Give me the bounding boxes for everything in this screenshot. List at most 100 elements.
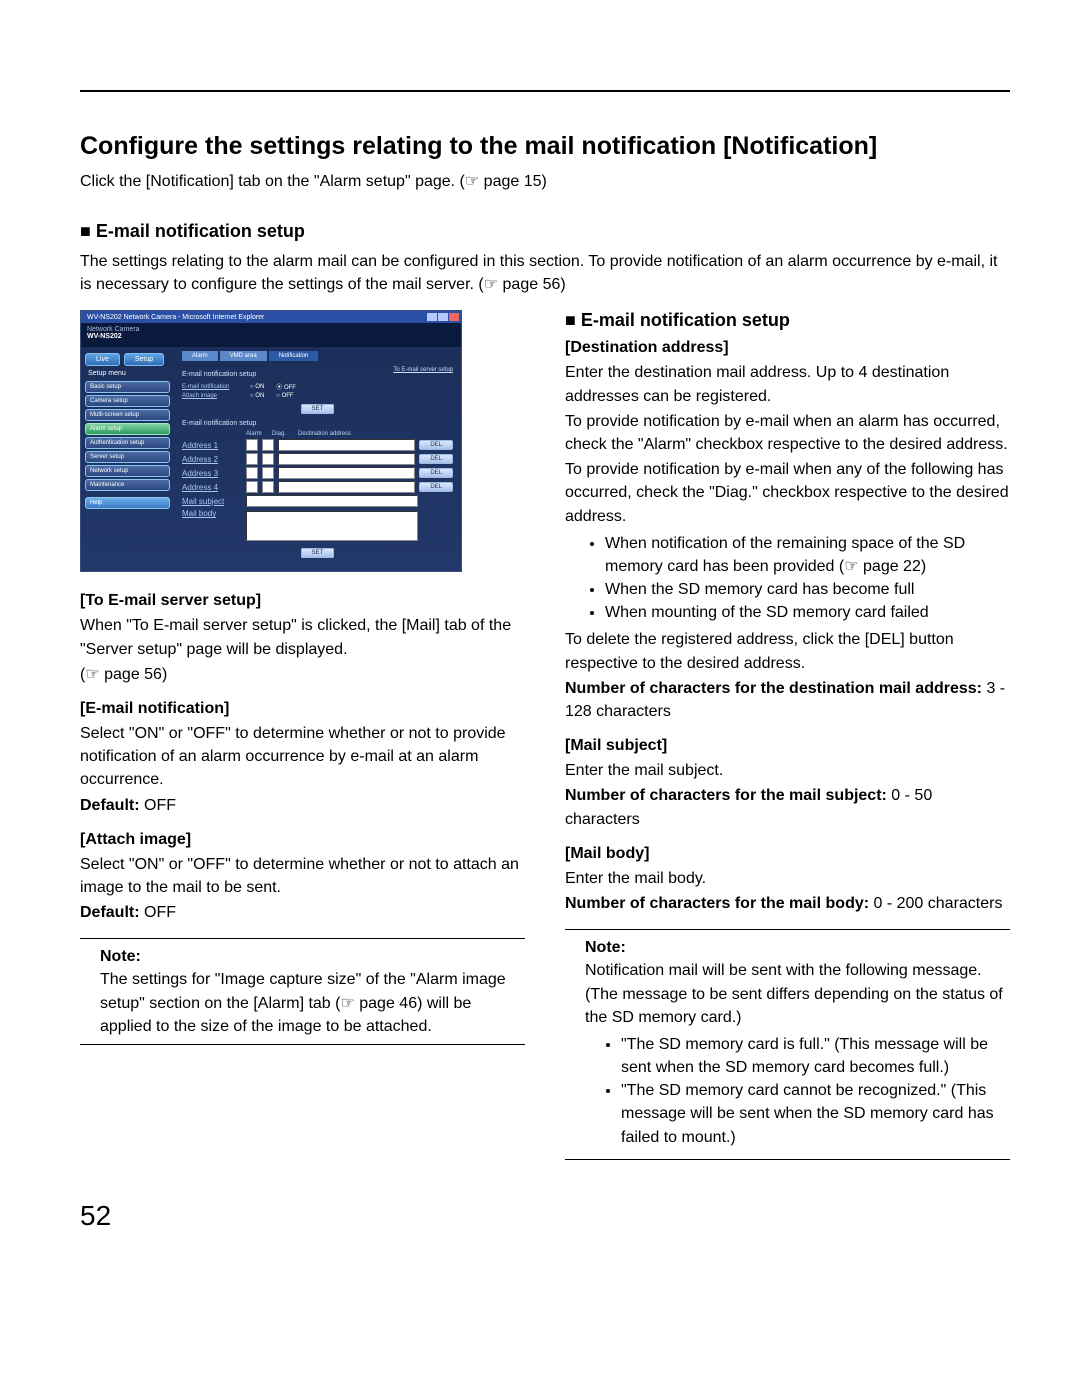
default-label: Default: [80,797,140,814]
label-destination-address: [Destination address] [565,339,1010,357]
settings-screenshot: WV-NS202 Network Camera - Microsoft Inte… [80,310,462,572]
side-basic: Basic setup [85,381,170,393]
list-item: When mounting of the SD memory card fail… [605,601,1010,624]
dest-bullets: When notification of the remaining space… [565,532,1010,625]
radio-icon: ○ ON [250,384,264,390]
nav-setup: Setup [124,353,164,366]
ss-row-attach: Attach image [182,393,242,399]
label-attach-image: [Attach image] [80,831,525,849]
th-alarm: Alarm [246,431,268,437]
radio-icon: ⦿ OFF [276,382,296,391]
default-value: OFF [140,904,176,921]
side-network: Network setup [85,465,170,477]
dest-input [278,453,415,465]
right-column: E-mail notification setup [Destination a… [565,310,1010,1159]
ss-row-email-notif: E-mail notification [182,384,242,390]
label-mail-body: [Mail body] [565,845,1010,863]
radio-icon: ○ OFF [276,393,293,399]
set-button: SET [301,548,335,558]
note-box-left: Note: The settings for "Image capture si… [80,938,525,1045]
side-title: Setup menu [85,370,170,377]
side-maint: Maintenance [85,479,170,491]
del-button: DEL [419,454,453,464]
dest-p3: To provide notification by e-mail when a… [565,458,1010,528]
list-item: "The SD memory card cannot be recognized… [621,1079,1010,1149]
ss-sec1: E-mail notification setup [182,371,256,378]
default-label: Default: [80,904,140,921]
note-box-right: Note: Notification mail will be sent wit… [565,929,1010,1160]
dest-p4: To delete the registered address, click … [565,628,1010,674]
tab-alarm: Alarm [182,351,218,361]
del-button: DEL [419,468,453,478]
tab-vmd: VMD area [220,351,267,361]
addr4: Address 4 [182,483,242,492]
side-auth: Authentication setup [85,437,170,449]
th-diag: Diag. [272,431,294,437]
section-heading-email-setup: E-mail notification setup [80,221,1010,242]
addr2: Address 2 [182,455,242,464]
note-label: Note: [100,948,141,965]
ss-sec2: E-mail notification setup [182,420,453,427]
body-count-label: Number of characters for the mail body: [565,895,869,912]
intro-text: Click the [Notification] tab on the "Ala… [80,171,1010,191]
text-to-email-server: When "To E-mail server setup" is clicked… [80,614,525,660]
page-number: 52 [80,1200,1010,1232]
dest-count-label: Number of characters for the destination… [565,680,982,697]
addr3: Address 3 [182,469,242,478]
horizontal-rule [80,90,1010,92]
set-button: SET [301,404,335,414]
header-main: WV-NS202 [87,333,122,340]
side-camera: Camera setup [85,395,170,407]
note-intro: Notification mail will be sent with the … [565,959,1010,1029]
body-p1: Enter the mail body. [565,867,1010,890]
body-textarea [246,511,418,541]
list-item: When notification of the remaining space… [605,532,1010,578]
side-multi: Multi-screen setup [85,409,170,421]
dest-input [278,467,415,479]
list-item: When the SD memory card has become full [605,578,1010,601]
subject-input [246,495,418,507]
page-title: Configure the settings relating to the m… [80,132,1010,161]
th-dest: Destination address [298,431,419,437]
left-column: WV-NS202 Network Camera - Microsoft Inte… [80,310,525,1159]
ref-page56: (☞ page 56) [80,663,525,686]
checkbox-icon [246,439,258,451]
tab-notification: Notification [269,351,319,361]
checkbox-icon [262,439,274,451]
del-button: DEL [419,440,453,450]
dest-p2: To provide notification by e-mail when a… [565,410,1010,456]
checkbox-icon [262,481,274,493]
text-email-notification: Select "ON" or "OFF" to determine whethe… [80,722,525,792]
label-to-email-server: [To E-mail server setup] [80,592,525,610]
lbl-subject: Mail subject [182,497,242,506]
header-sub: Network Camera [87,326,140,333]
subj-p1: Enter the mail subject. [565,759,1010,782]
note-label: Note: [585,939,626,956]
note-bullets: "The SD memory card is full." (This mess… [565,1033,1010,1149]
window-titlebar: WV-NS202 Network Camera - Microsoft Inte… [83,314,264,321]
default-value: OFF [140,797,176,814]
checkbox-icon [262,453,274,465]
dest-input [278,439,415,451]
addr1: Address 1 [182,441,242,450]
radio-icon: ○ ON [250,393,264,399]
checkbox-icon [246,467,258,479]
close-icon [449,313,459,321]
ss-link-server: To E-mail server setup [393,367,453,376]
list-item: "The SD memory card is full." (This mess… [621,1033,1010,1079]
body-count-val: 0 - 200 characters [869,895,1002,912]
section-heading-email-setup-right: E-mail notification setup [565,310,1010,331]
maximize-icon [438,313,448,321]
side-server: Server setup [85,451,170,463]
side-help: Help [85,497,170,509]
text-attach-image: Select "ON" or "OFF" to determine whethe… [80,853,525,899]
dest-p1: Enter the destination mail address. Up t… [565,361,1010,407]
lbl-body: Mail body [182,509,242,518]
del-button: DEL [419,482,453,492]
nav-live: Live [85,353,120,366]
checkbox-icon [246,481,258,493]
checkbox-icon [262,467,274,479]
minimize-icon [427,313,437,321]
subj-count-label: Number of characters for the mail subjec… [565,787,887,804]
side-alarm: Alarm setup [85,423,170,435]
